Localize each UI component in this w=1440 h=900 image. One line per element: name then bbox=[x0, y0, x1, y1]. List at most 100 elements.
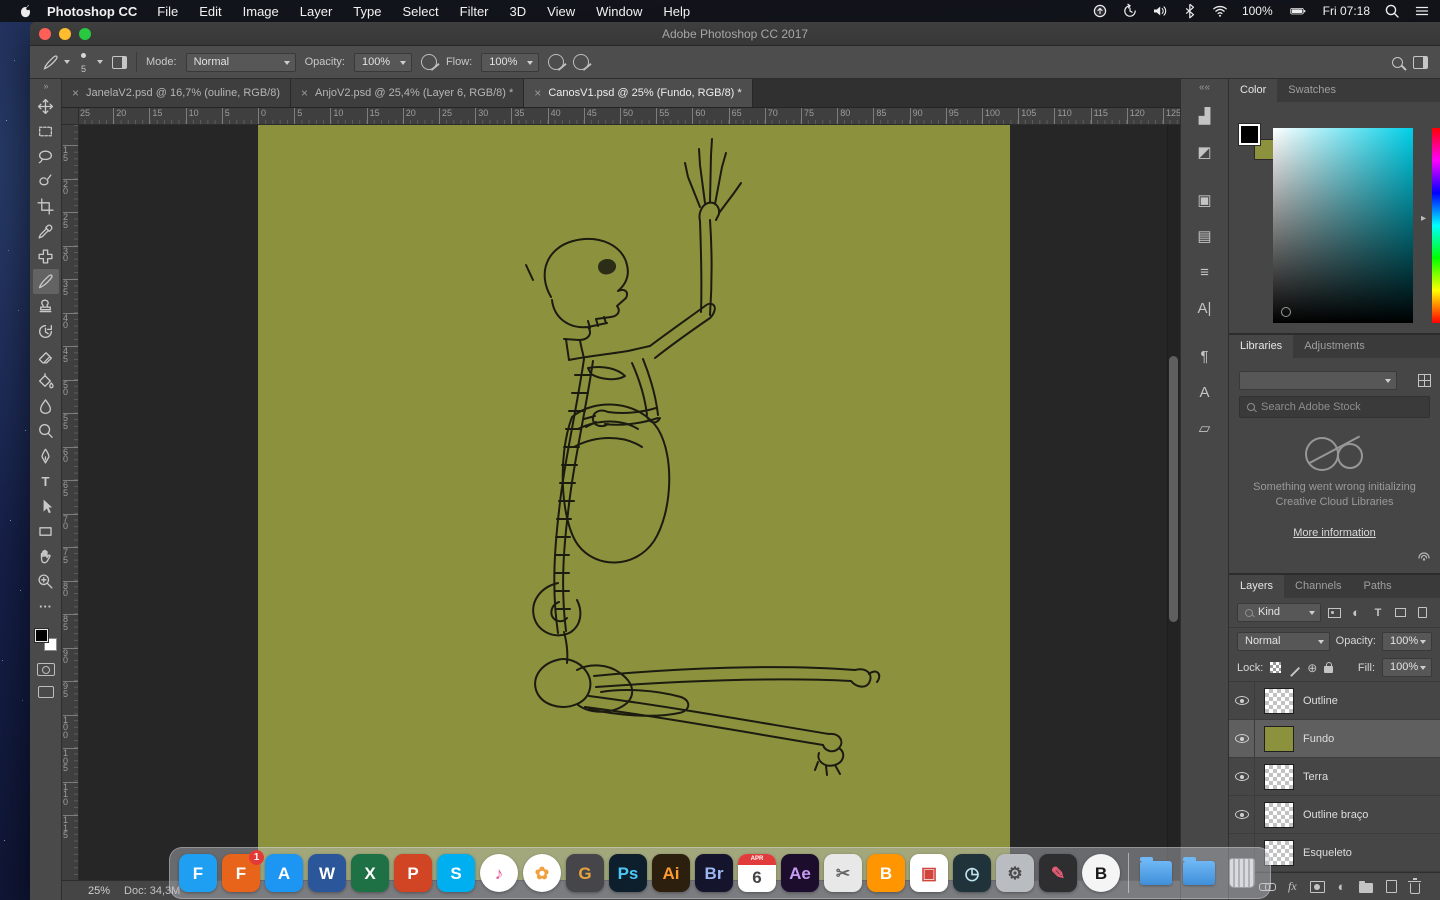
flow-dropdown[interactable]: 100% bbox=[481, 53, 539, 72]
dock-ibooks[interactable]: B bbox=[867, 854, 905, 892]
zoom-level[interactable]: 25% bbox=[88, 885, 110, 897]
tab-close-icon[interactable]: × bbox=[72, 86, 79, 100]
tab-adjustments[interactable]: Adjustments bbox=[1293, 335, 1376, 358]
new-group-icon[interactable] bbox=[1359, 883, 1373, 893]
document-tab[interactable]: ×AnjoV2.psd @ 25,4% (Layer 6, RGB/8) * bbox=[291, 79, 524, 107]
tab-swatches[interactable]: Swatches bbox=[1277, 79, 1347, 102]
dock-image-viewer[interactable]: ▣ bbox=[910, 854, 948, 892]
menu-item-3d[interactable]: 3D bbox=[510, 4, 527, 19]
3d-panel-icon[interactable]: ▱ bbox=[1188, 412, 1222, 444]
toggle-brush-panel-icon[interactable] bbox=[112, 56, 127, 69]
menu-item-layer[interactable]: Layer bbox=[300, 4, 333, 19]
dock-grab[interactable]: ✂ bbox=[824, 854, 862, 892]
layer-visibility-toggle[interactable] bbox=[1229, 796, 1255, 833]
dock-system-preferences[interactable]: ⚙ bbox=[996, 854, 1034, 892]
type-tool[interactable]: T bbox=[33, 469, 59, 494]
screen-mode-button[interactable] bbox=[38, 686, 54, 698]
dock-documents-folder[interactable] bbox=[1180, 854, 1218, 892]
quick-select-tool[interactable] bbox=[33, 169, 59, 194]
dock-app-store[interactable]: A bbox=[265, 854, 303, 892]
paragraph-panel-icon[interactable]: ¶ bbox=[1188, 340, 1222, 372]
panel-flyout-arrow[interactable]: ▸ bbox=[1421, 213, 1426, 224]
pen-tool[interactable] bbox=[33, 444, 59, 469]
menu-item-file[interactable]: File bbox=[157, 4, 178, 19]
layer-blend-mode-dropdown[interactable]: Normal bbox=[1237, 632, 1330, 651]
tab-close-icon[interactable]: × bbox=[301, 86, 308, 100]
document-tab[interactable]: ×JanelaV2.psd @ 16,7% (ouline, RGB/8) bbox=[62, 79, 291, 107]
dock-excel[interactable]: X bbox=[351, 854, 389, 892]
dock-downloads-folder[interactable] bbox=[1137, 854, 1175, 892]
adobe-stock-search-field[interactable]: Search Adobe Stock bbox=[1239, 396, 1430, 418]
filter-smart-objects-icon[interactable] bbox=[1413, 605, 1431, 621]
hand-tool[interactable] bbox=[33, 544, 59, 569]
spotlight-icon[interactable] bbox=[1383, 3, 1400, 19]
layer-thumbnail[interactable] bbox=[1264, 726, 1294, 752]
navigator-panel-icon[interactable]: ◩ bbox=[1188, 136, 1222, 168]
dock-after-effects[interactable]: Ae bbox=[781, 854, 819, 892]
expand-panels-icon[interactable]: «« bbox=[1199, 82, 1210, 96]
library-view-grid-icon[interactable] bbox=[1418, 374, 1431, 387]
crop-tool[interactable] bbox=[33, 194, 59, 219]
add-layer-mask-icon[interactable] bbox=[1310, 881, 1325, 893]
delete-layer-icon[interactable] bbox=[1410, 883, 1420, 894]
layer-row[interactable]: Outline braço bbox=[1229, 796, 1440, 834]
filter-type-layers-icon[interactable]: T bbox=[1369, 605, 1387, 621]
lock-transparency-icon[interactable] bbox=[1270, 662, 1281, 673]
glyphs-panel-icon[interactable]: A bbox=[1188, 376, 1222, 408]
layer-style-icon[interactable]: fx bbox=[1288, 879, 1297, 894]
clone-source-panel-icon[interactable]: ▣ bbox=[1188, 184, 1222, 216]
tab-layers[interactable]: Layers bbox=[1229, 575, 1284, 598]
workspace-switcher-icon[interactable] bbox=[1413, 56, 1428, 69]
dock-illustrator[interactable]: Ai bbox=[652, 854, 690, 892]
histogram-panel-icon[interactable]: ▟ bbox=[1188, 100, 1222, 132]
dock-powerpoint[interactable]: P bbox=[394, 854, 432, 892]
size-pressure-icon[interactable] bbox=[573, 54, 589, 70]
layer-thumbnail[interactable] bbox=[1264, 688, 1294, 714]
tab-channels[interactable]: Channels bbox=[1284, 575, 1352, 598]
info-panel-icon[interactable]: ▤ bbox=[1188, 220, 1222, 252]
lock-all-icon[interactable] bbox=[1324, 666, 1333, 673]
lasso-tool[interactable] bbox=[33, 144, 59, 169]
hue-slider[interactable] bbox=[1432, 128, 1440, 323]
layer-row[interactable]: Outline bbox=[1229, 682, 1440, 720]
canvas[interactable] bbox=[258, 125, 1010, 880]
active-app-name[interactable]: Photoshop CC bbox=[47, 4, 137, 19]
notification-center-icon[interactable] bbox=[1413, 3, 1430, 19]
move-tool[interactable] bbox=[33, 94, 59, 119]
document-tab[interactable]: ×CanosV1.psd @ 25% (Fundo, RGB/8) * bbox=[524, 79, 752, 107]
window-title-bar[interactable]: Adobe Photoshop CC 2017 bbox=[30, 22, 1440, 46]
cloud-app-menu-icon[interactable] bbox=[1092, 3, 1109, 19]
color-picker-cursor[interactable] bbox=[1281, 307, 1291, 317]
menu-item-help[interactable]: Help bbox=[663, 4, 690, 19]
filter-adjustment-layers-icon[interactable]: ◐ bbox=[1347, 605, 1365, 621]
tab-color[interactable]: Color bbox=[1229, 79, 1277, 102]
wifi-menu-icon[interactable] bbox=[1212, 3, 1229, 19]
quick-mask-button[interactable] bbox=[37, 663, 55, 676]
menu-item-view[interactable]: View bbox=[547, 4, 575, 19]
search-icon[interactable] bbox=[1392, 57, 1403, 68]
active-tool-indicator[interactable] bbox=[42, 54, 70, 71]
tab-paths[interactable]: Paths bbox=[1353, 575, 1403, 598]
lock-pixels-icon[interactable] bbox=[1288, 662, 1300, 674]
history-brush-tool[interactable] bbox=[33, 319, 59, 344]
foreground-color-swatch[interactable] bbox=[1239, 124, 1260, 145]
shape-tool[interactable] bbox=[33, 519, 59, 544]
layer-row[interactable]: Terra bbox=[1229, 758, 1440, 796]
filter-pixel-layers-icon[interactable] bbox=[1325, 605, 1343, 621]
brush-preset-picker[interactable]: 5 bbox=[79, 50, 88, 74]
dock-photos[interactable]: ✿ bbox=[523, 854, 561, 892]
dock-bridge[interactable]: Br bbox=[695, 854, 733, 892]
dock-bbedit[interactable]: B bbox=[1082, 854, 1120, 892]
blur-tool[interactable] bbox=[33, 394, 59, 419]
dock-finder[interactable]: F bbox=[179, 854, 217, 892]
new-layer-icon[interactable] bbox=[1386, 880, 1397, 893]
tab-close-icon[interactable]: × bbox=[534, 86, 541, 100]
lock-position-icon[interactable]: ⊕ bbox=[1307, 662, 1317, 674]
brush-tool[interactable] bbox=[33, 269, 59, 294]
menu-item-select[interactable]: Select bbox=[402, 4, 438, 19]
dock-firefox[interactable]: F1 bbox=[222, 854, 260, 892]
properties-panel-icon[interactable]: ≡ bbox=[1188, 256, 1222, 288]
volume-menu-icon[interactable] bbox=[1152, 3, 1169, 19]
sync-status-icon[interactable] bbox=[1416, 550, 1432, 567]
stamp-tool[interactable] bbox=[33, 294, 59, 319]
